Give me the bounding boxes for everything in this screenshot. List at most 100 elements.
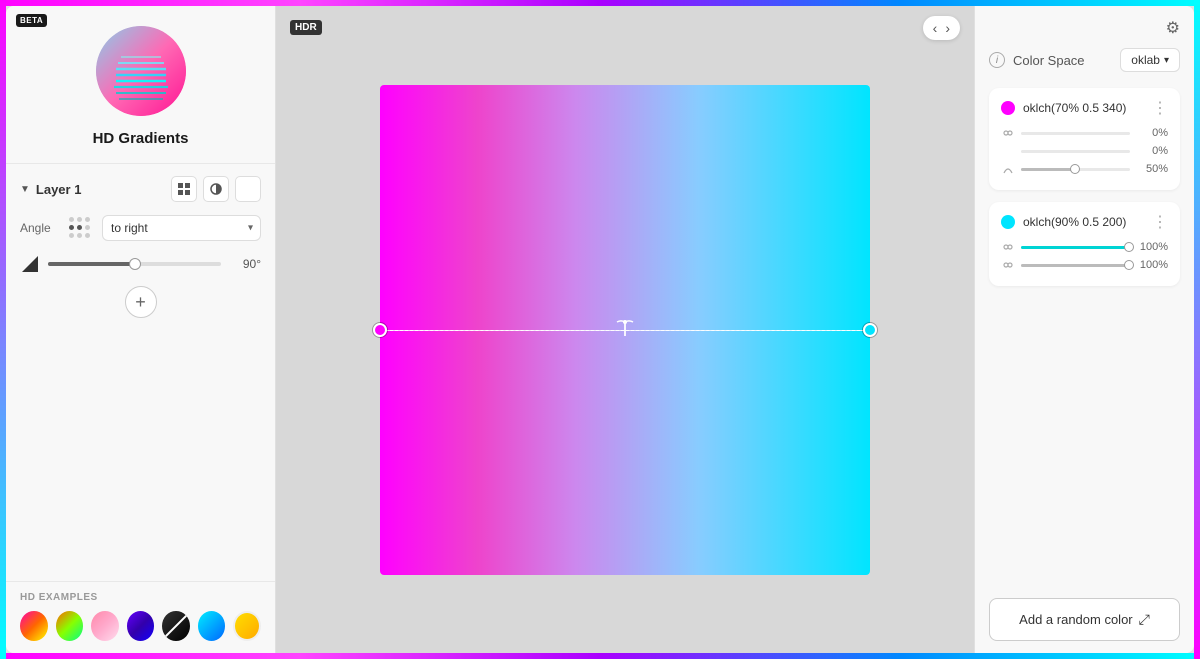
- dot-br[interactable]: [85, 233, 90, 238]
- angle-slider-row: 90°: [20, 254, 261, 274]
- link-icon-2: [1001, 240, 1015, 254]
- layer-title-row: ▼ Layer 1: [20, 182, 81, 197]
- sidebar: BETA: [6, 6, 276, 653]
- param-slider-2b[interactable]: [1021, 264, 1130, 267]
- dot-ml[interactable]: [69, 225, 74, 230]
- color-stop-2-header: oklch(90% 0.5 200) ⋮: [1001, 212, 1168, 232]
- color-space-label: Color Space: [1013, 53, 1112, 68]
- example-swatch-3[interactable]: [91, 611, 119, 641]
- color-stop-1: oklch(70% 0.5 340) ⋮ 0% 0%: [989, 88, 1180, 190]
- angle-slider-icon: [20, 254, 40, 274]
- example-swatch-4[interactable]: [127, 611, 155, 641]
- dot-mc[interactable]: [77, 225, 82, 230]
- color-space-chevron: ▾: [1164, 55, 1169, 66]
- gradient-stop-right[interactable]: [863, 323, 877, 337]
- param-thumb-2b[interactable]: [1124, 260, 1134, 270]
- angle-slider-value: 90°: [229, 257, 261, 271]
- layer-section: ▼ Layer 1 Angle: [6, 164, 275, 581]
- circle-half-button[interactable]: [203, 176, 229, 202]
- angle-label: Angle: [20, 221, 58, 235]
- hdr-badge: HDR: [290, 20, 322, 35]
- layer-collapse-arrow[interactable]: ▼: [20, 184, 30, 195]
- layer-title: Layer 1: [36, 182, 82, 197]
- examples-label: HD EXAMPLES: [20, 592, 261, 603]
- angle-slider-track[interactable]: [48, 262, 221, 266]
- param-fill-2b: [1021, 264, 1130, 267]
- midpoint-slider-1[interactable]: [1021, 168, 1130, 171]
- app-title: HD Gradients: [93, 130, 189, 147]
- add-stop-button[interactable]: +: [125, 286, 157, 318]
- example-swatch-1[interactable]: [20, 611, 48, 641]
- midpoint-handle[interactable]: [611, 312, 639, 345]
- color-space-row: i Color Space oklab ▾: [989, 48, 1180, 72]
- param-fill-2a: [1021, 246, 1130, 249]
- shuffle-icon: ⤢: [1139, 611, 1150, 628]
- moon-button[interactable]: [235, 176, 261, 202]
- settings-icon-row: ⚙: [989, 18, 1180, 38]
- color-space-select[interactable]: oklab ▾: [1120, 48, 1180, 72]
- dot-tl[interactable]: [69, 217, 74, 222]
- param-slider-1b[interactable]: [1021, 150, 1130, 153]
- param-row-1a: 0%: [1001, 126, 1168, 140]
- more-options-icon-2[interactable]: ⋮: [1152, 212, 1168, 232]
- angle-slider-fill: [48, 262, 135, 266]
- angle-select[interactable]: to right to left to top to bottom: [102, 215, 261, 241]
- param-slider-2a[interactable]: [1021, 246, 1130, 249]
- example-swatch-5[interactable]: [162, 611, 190, 641]
- param-value-2b: 100%: [1136, 259, 1168, 271]
- dot-tc[interactable]: [77, 217, 82, 222]
- color-space-value: oklab: [1131, 53, 1160, 67]
- grid-view-button[interactable]: [171, 176, 197, 202]
- param-thumb-2a[interactable]: [1124, 242, 1134, 252]
- color-stop-1-header: oklch(70% 0.5 340) ⋮: [1001, 98, 1168, 118]
- midpoint-icon-1: [1001, 162, 1015, 176]
- midpoint-row-1: 50%: [1001, 162, 1168, 176]
- param-value-1a: 0%: [1136, 127, 1168, 139]
- color-stop-2: oklch(90% 0.5 200) ⋮ 100%: [989, 202, 1180, 286]
- more-options-icon-1[interactable]: ⋮: [1152, 98, 1168, 118]
- prev-arrow[interactable]: ‹: [931, 20, 940, 36]
- angle-row: Angle to right to left to t: [20, 214, 261, 242]
- gradient-canvas[interactable]: [380, 85, 870, 575]
- example-swatch-6[interactable]: [198, 611, 226, 641]
- gradient-stop-left[interactable]: [373, 323, 387, 337]
- layer-icons: [171, 176, 261, 202]
- midpoint-fill-1: [1021, 168, 1076, 171]
- param-row-2a: 100%: [1001, 240, 1168, 254]
- next-arrow[interactable]: ›: [943, 20, 952, 36]
- color-value-2: oklch(90% 0.5 200): [1023, 215, 1144, 229]
- param-row-1b: 0%: [1001, 144, 1168, 158]
- midpoint-thumb-1[interactable]: [1070, 164, 1080, 174]
- example-swatch-2[interactable]: [56, 611, 84, 641]
- canvas-area: HDR ‹ ›: [276, 6, 974, 653]
- add-random-button[interactable]: Add a random color ⤢: [989, 598, 1180, 641]
- dot-bl[interactable]: [69, 233, 74, 238]
- param-row-2b: 100%: [1001, 258, 1168, 272]
- angle-select-wrapper[interactable]: to right to left to top to bottom ▾: [102, 215, 261, 241]
- midpoint-value-1: 50%: [1136, 163, 1168, 175]
- angle-slider-thumb[interactable]: [129, 258, 141, 270]
- examples-row: [20, 611, 261, 641]
- dot-mr[interactable]: [85, 225, 90, 230]
- add-random-label: Add a random color: [1019, 612, 1132, 627]
- examples-section: HD EXAMPLES: [6, 581, 275, 653]
- angle-dot-grid[interactable]: [66, 214, 94, 242]
- add-stop-section: +: [20, 286, 261, 318]
- beta-badge: BETA: [16, 14, 47, 27]
- color-dot-1[interactable]: [1001, 101, 1015, 115]
- app-logo: [96, 26, 186, 116]
- example-swatch-7[interactable]: [233, 611, 261, 641]
- info-icon[interactable]: i: [989, 52, 1005, 68]
- param-value-2a: 100%: [1136, 241, 1168, 253]
- right-panel: ⚙ i Color Space oklab ▾ oklch(70% 0.5 34…: [974, 6, 1194, 653]
- param-value-1b: 0%: [1136, 145, 1168, 157]
- color-dot-2[interactable]: [1001, 215, 1015, 229]
- dot-tr[interactable]: [85, 217, 90, 222]
- empty-icon-1b: [1001, 144, 1015, 158]
- param-slider-1a[interactable]: [1021, 132, 1130, 135]
- link-icon-1: [1001, 126, 1015, 140]
- dot-bc[interactable]: [77, 233, 82, 238]
- settings-icon[interactable]: ⚙: [1166, 18, 1180, 38]
- empty-icon-2b: [1001, 258, 1015, 272]
- sidebar-header: HD Gradients: [6, 6, 275, 164]
